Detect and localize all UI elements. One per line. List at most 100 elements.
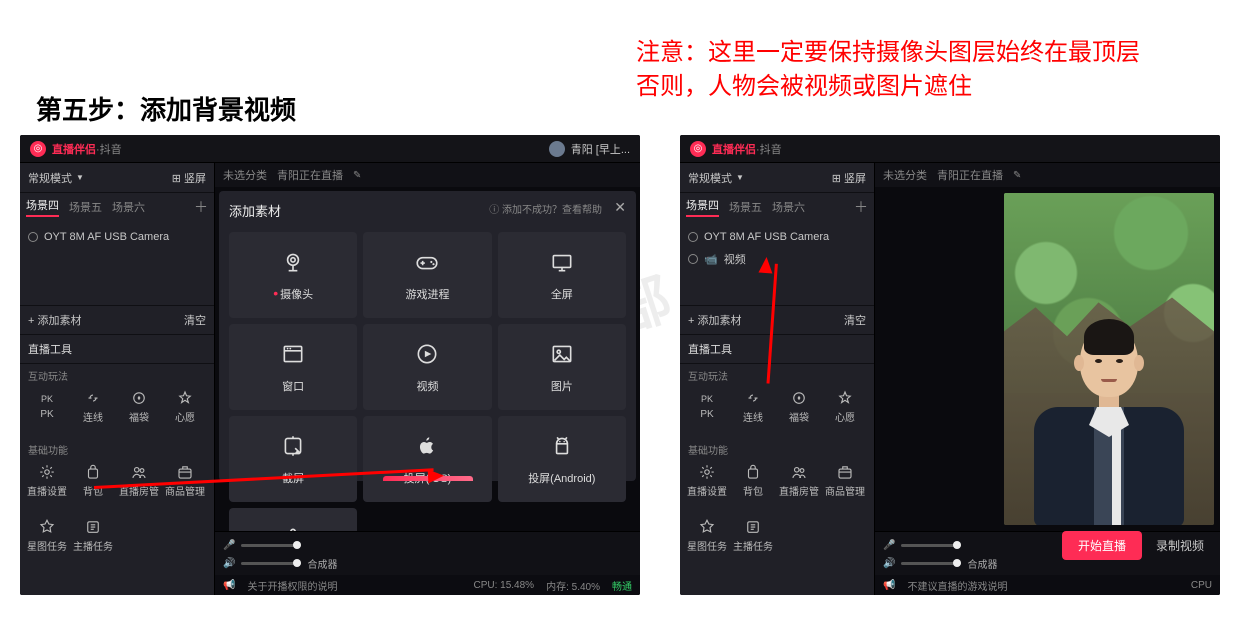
bag-icon [130, 389, 148, 407]
btn-label: 福袋 [789, 409, 809, 424]
btn-label: 连线 [743, 409, 763, 424]
game-icon [414, 249, 440, 278]
stream-title[interactable]: 青阳正在直播 [937, 167, 1003, 183]
speaker-slider[interactable] [901, 562, 961, 565]
source-option-camera[interactable]: •摄像头 [229, 232, 357, 318]
wish-button[interactable]: 心愿 [822, 383, 868, 430]
source-option-video[interactable]: 视频 [363, 324, 491, 410]
setting-button[interactable]: 直播设置 [684, 457, 730, 504]
mic-icon[interactable]: 🎤 [223, 540, 235, 551]
user-name[interactable]: 青阳 [早上... [571, 141, 630, 157]
dialog-help-link[interactable]: ⓘ 添加不成功？查看帮助 [489, 201, 602, 216]
setting-button[interactable]: 直播设置 [24, 457, 70, 504]
scene-tab[interactable]: 场景六 [772, 199, 805, 215]
add-source-button[interactable]: + 添加素材 [28, 312, 81, 328]
star-button[interactable]: 星图任务 [684, 512, 730, 559]
goods-button[interactable]: 商品管理 [822, 457, 868, 504]
record-button[interactable]: 录制视频 [1148, 531, 1212, 560]
mode-selector[interactable]: 常规模式▼ ⊞ 竖屏 [680, 163, 874, 193]
edit-title-icon[interactable]: ✎ [353, 170, 361, 181]
category-label[interactable]: 未选分类 [883, 167, 927, 183]
source-item[interactable]: OYT 8M AF USB Camera [688, 227, 866, 247]
source-label: 视频 [724, 251, 746, 267]
bag-button[interactable]: 福袋 [776, 383, 822, 430]
pk-button[interactable]: PKPK [24, 383, 70, 430]
scene-tab[interactable]: 场景六 [112, 199, 145, 215]
stream-title[interactable]: 青阳正在直播 [277, 167, 343, 183]
user-avatar-icon[interactable] [549, 141, 565, 157]
anchor-icon [84, 518, 102, 536]
btn-label: 主播任务 [733, 538, 773, 553]
camera-icon [28, 232, 38, 242]
btn-label: 心愿 [175, 409, 195, 424]
clear-sources-button[interactable]: 清空 [184, 312, 206, 328]
presenter-figure [1024, 325, 1194, 525]
scene-tab[interactable]: 场景四 [26, 197, 59, 217]
source-option-collect[interactable]: 采集 [229, 508, 357, 531]
clear-sources-button[interactable]: 清空 [844, 312, 866, 328]
source-option-android[interactable]: 投屏(Android) [498, 416, 626, 502]
source-option-image[interactable]: 图片 [498, 324, 626, 410]
source-option-capture[interactable]: 截屏 [229, 416, 357, 502]
star-button[interactable]: 星图任务 [24, 512, 70, 559]
speaker-icon[interactable]: 🔊 [883, 558, 895, 569]
app-logo-icon: ◎ [690, 141, 706, 157]
start-stream-button[interactable]: 开始直播 [1062, 531, 1142, 560]
scene-tab[interactable]: 场景五 [69, 199, 102, 215]
add-source-button[interactable]: + 添加素材 [688, 312, 741, 328]
goods-icon [836, 463, 854, 481]
link-icon [744, 389, 762, 407]
collect-icon [280, 525, 306, 532]
camera-icon [280, 249, 306, 278]
source-option-fullscreen[interactable]: 全屏 [498, 232, 626, 318]
group-basic-label: 基础功能 [680, 438, 874, 457]
ios-icon [414, 433, 440, 462]
link-button[interactable]: 连线 [70, 383, 116, 430]
add-scene-button[interactable]: ＋ [194, 197, 208, 217]
bag-icon [790, 389, 808, 407]
app-logo-icon: ◎ [30, 141, 46, 157]
source-option-game[interactable]: 游戏进程 [363, 232, 491, 318]
anchor-button[interactable]: 主播任务 [70, 512, 116, 559]
bottom-grid: 星图任务主播任务 [20, 512, 214, 567]
pk-button[interactable]: PKPK [684, 383, 730, 430]
warning-note: 注意：这里一定要保持摄像头图层始终在最顶层 否则，人物会被视频或图片遮住 [636, 36, 1140, 103]
wish-button[interactable]: 心愿 [162, 383, 208, 430]
mode-selector[interactable]: 常规模式▼ ⊞ 竖屏 [20, 163, 214, 193]
backpack-button[interactable]: 背包 [730, 457, 776, 504]
speaker-slider[interactable] [241, 562, 301, 565]
mic-slider[interactable] [901, 544, 961, 547]
audio-bar: 🎤 开始直播 录制视频 🔊 合成器 [875, 531, 1220, 575]
scene-tab[interactable]: 场景五 [729, 199, 762, 215]
mic-icon[interactable]: 🎤 [883, 540, 895, 551]
bottom-grid: 星图任务主播任务 [680, 512, 874, 567]
synth-label[interactable]: 合成器 [967, 556, 997, 571]
setting-icon [38, 463, 56, 481]
btn-label: 主播任务 [73, 538, 113, 553]
backpack-button[interactable]: 背包 [70, 457, 116, 504]
goods-icon [176, 463, 194, 481]
mic-slider[interactable] [241, 544, 301, 547]
pk-icon: PK [38, 389, 56, 407]
speaker-icon[interactable]: 🔊 [223, 558, 235, 569]
edit-title-icon[interactable]: ✎ [1013, 170, 1021, 181]
titlebar: ◎ 直播伴侣 ·抖音 青阳 [早上... [20, 135, 640, 163]
scene-tab[interactable]: 场景四 [686, 197, 719, 217]
preview-area[interactable] [875, 187, 1220, 531]
source-option-ios[interactable]: 投屏(iOS) [363, 416, 491, 502]
link-button[interactable]: 连线 [730, 383, 776, 430]
source-option-window[interactable]: 窗口 [229, 324, 357, 410]
bag-button[interactable]: 福袋 [116, 383, 162, 430]
room-button[interactable]: 直播房管 [116, 457, 162, 504]
notice-text[interactable]: 关于开播权限的说明 [247, 578, 337, 593]
dialog-close-button[interactable]: ✕ [614, 199, 626, 216]
anchor-button[interactable]: 主播任务 [730, 512, 776, 559]
room-button[interactable]: 直播房管 [776, 457, 822, 504]
add-scene-button[interactable]: ＋ [854, 197, 868, 217]
source-item[interactable]: OYT 8M AF USB Camera [28, 227, 206, 247]
orientation-button[interactable]: ⊞ 竖屏 [832, 170, 866, 186]
synth-label[interactable]: 合成器 [307, 556, 337, 571]
notice-text[interactable]: 不建议直播的游戏说明 [907, 578, 1007, 593]
orientation-button[interactable]: ⊞ 竖屏 [172, 170, 206, 186]
category-label[interactable]: 未选分类 [223, 167, 267, 183]
